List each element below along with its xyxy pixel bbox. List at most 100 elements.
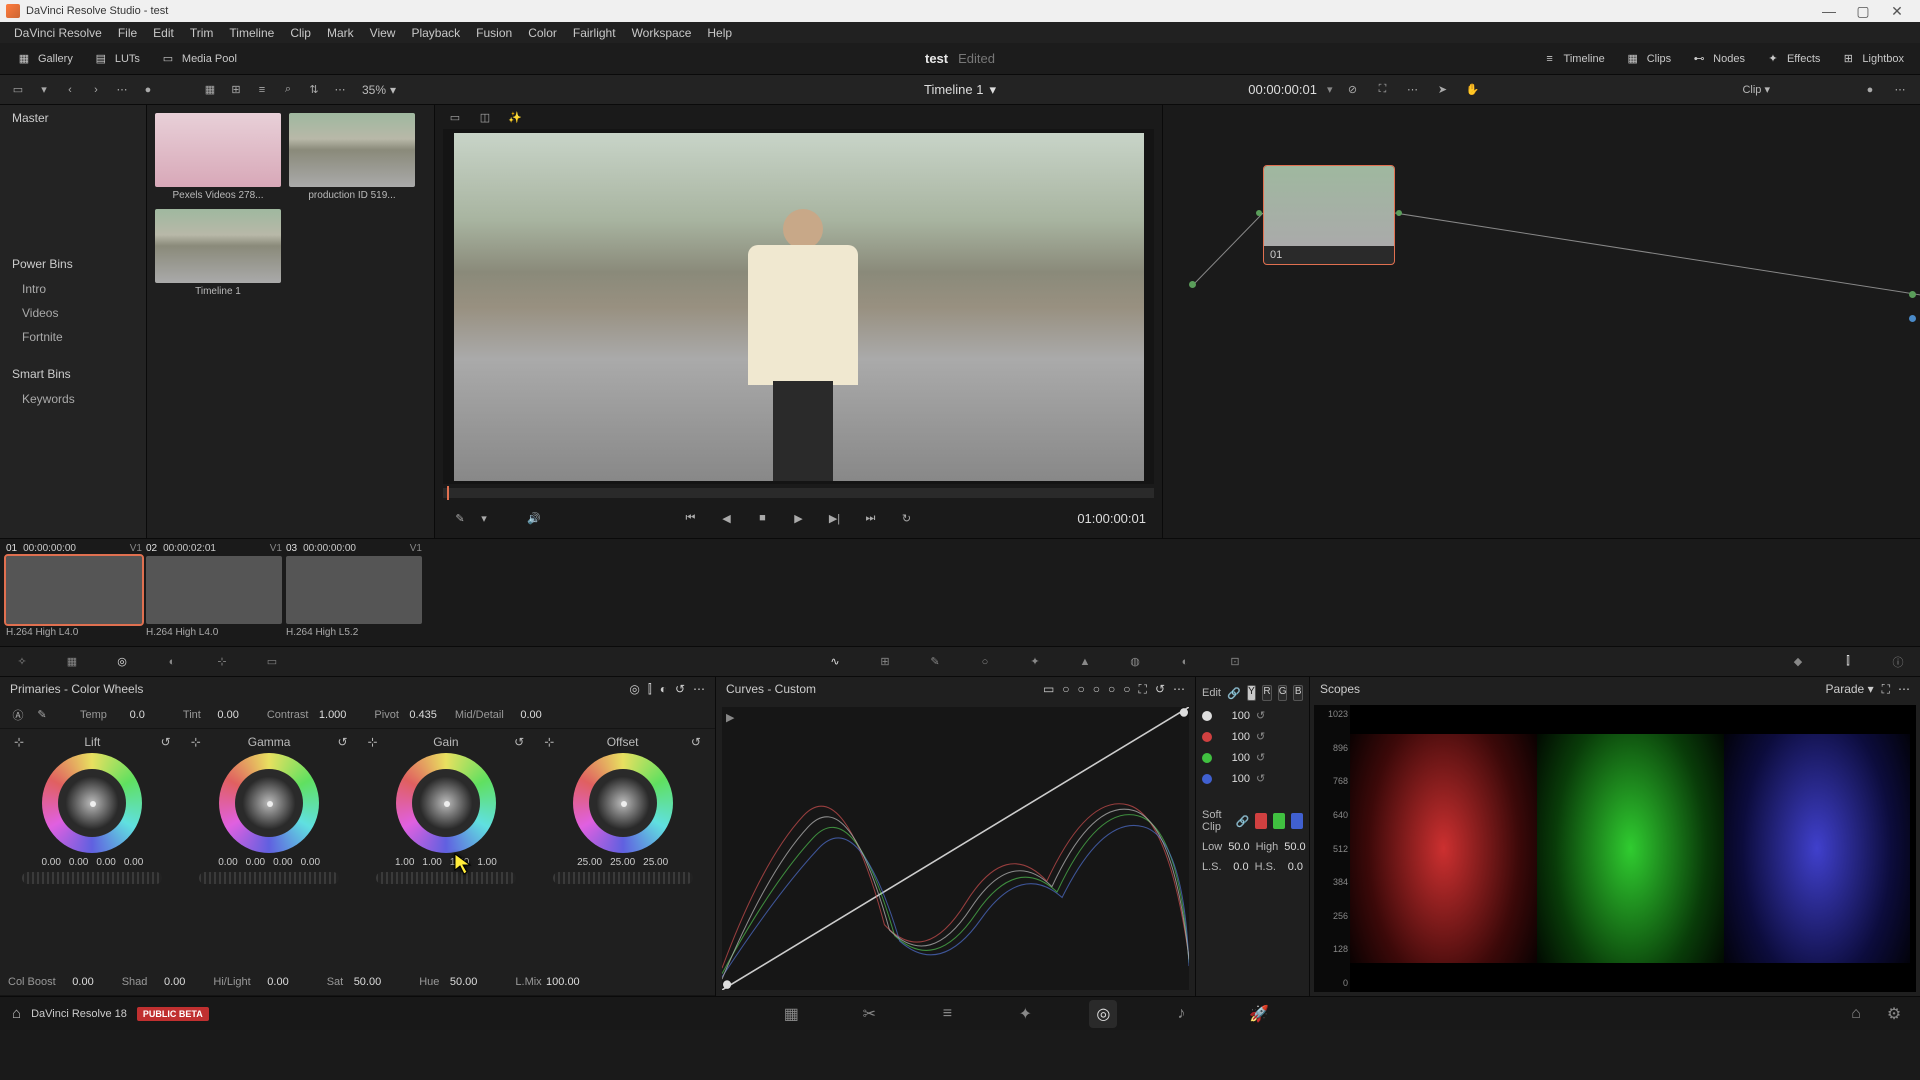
menu-fusion[interactable]: Fusion: [468, 26, 520, 40]
sidebar-item-intro[interactable]: Intro: [0, 277, 146, 301]
master-jog[interactable]: [22, 872, 162, 884]
hand-icon[interactable]: ✋: [1462, 80, 1482, 100]
more-icon[interactable]: ⋯: [1890, 80, 1910, 100]
curve-mode-icon[interactable]: ○: [1123, 682, 1130, 697]
curve-mode-icon[interactable]: ▭: [1043, 682, 1054, 697]
channel-b-button[interactable]: B: [1293, 685, 1303, 701]
tracking-icon[interactable]: ✦: [1025, 652, 1045, 672]
channel-r-button[interactable]: R: [1262, 685, 1272, 701]
warper-icon[interactable]: ⊞: [875, 652, 895, 672]
graph-input-node[interactable]: [1189, 281, 1196, 288]
fusion-page-icon[interactable]: ✦: [1011, 1000, 1039, 1028]
more-icon[interactable]: ⋯: [112, 80, 132, 100]
timeline-clip[interactable]: 0100:00:00:00V1 H.264 High L4.0: [6, 543, 142, 642]
menu-mark[interactable]: Mark: [319, 26, 362, 40]
hue-value[interactable]: 50.00: [443, 976, 477, 988]
graph-output-node[interactable]: [1909, 291, 1916, 298]
search-icon[interactable]: ⌕: [278, 80, 298, 100]
menu-clip[interactable]: Clip: [282, 26, 319, 40]
softclip-low[interactable]: 50.0: [1228, 841, 1249, 853]
picker-icon[interactable]: ⊹: [14, 735, 24, 749]
menu-view[interactable]: View: [362, 26, 404, 40]
softclip-r-button[interactable]: [1255, 813, 1267, 829]
chevron-down-icon[interactable]: ▾: [475, 509, 493, 527]
next-frame-icon[interactable]: ▶|: [826, 509, 844, 527]
color-node[interactable]: 01: [1263, 165, 1395, 265]
timeline-button[interactable]: ≡Timeline: [1534, 47, 1613, 71]
softclip-b-button[interactable]: [1291, 813, 1303, 829]
menu-davinci[interactable]: DaVinci Resolve: [6, 26, 110, 40]
log-mode-icon[interactable]: ◐: [660, 682, 667, 697]
intensity-y[interactable]: 100: [1218, 710, 1250, 722]
color-wheels-icon[interactable]: ◎: [112, 652, 132, 672]
sort-icon[interactable]: ⇅: [304, 80, 324, 100]
reset-icon[interactable]: ↺: [161, 735, 171, 749]
home-icon[interactable]: ⌂: [12, 1005, 21, 1022]
pointer-icon[interactable]: ➤: [1432, 80, 1452, 100]
rgb-mixer-icon[interactable]: ⊹: [212, 652, 232, 672]
project-home-icon[interactable]: ⌂: [1842, 1000, 1870, 1028]
expand-icon[interactable]: ⛶: [1139, 682, 1147, 697]
expand-icon[interactable]: ⛶: [1372, 80, 1392, 100]
bars-mode-icon[interactable]: ⫿: [648, 682, 652, 697]
reset-icon[interactable]: ↺: [691, 735, 701, 749]
color-wheel[interactable]: [42, 753, 142, 853]
window-icon[interactable]: ○: [975, 652, 995, 672]
media-thumb[interactable]: production ID 519...: [289, 113, 415, 201]
intensity-g[interactable]: 100: [1218, 752, 1250, 764]
hdr-icon[interactable]: ◐: [162, 652, 182, 672]
master-jog[interactable]: [553, 872, 693, 884]
bypass-icon[interactable]: ⊘: [1342, 80, 1362, 100]
wheel-values[interactable]: 0.000.000.000.00: [218, 857, 320, 868]
record-icon[interactable]: ●: [138, 80, 158, 100]
menu-playback[interactable]: Playback: [403, 26, 468, 40]
luts-button[interactable]: ▤LUTs: [85, 47, 148, 71]
highlight-icon[interactable]: ▭: [445, 107, 465, 127]
clip-dropdown[interactable]: Clip ▾: [1742, 83, 1770, 96]
grid-view-icon[interactable]: ⊞: [226, 80, 246, 100]
timeline-clip[interactable]: 0300:00:00:00V1 H.264 High L5.2: [286, 543, 422, 642]
viewer-canvas[interactable]: [443, 129, 1154, 484]
color-match-icon[interactable]: ▦: [62, 652, 82, 672]
picker-icon[interactable]: ✎: [451, 509, 469, 527]
zoom-dropdown[interactable]: 35% ▾: [362, 83, 396, 97]
tint-value[interactable]: 0.00: [205, 709, 239, 721]
minimize-button[interactable]: —: [1812, 1, 1846, 21]
media-thumb[interactable]: Timeline 1: [155, 209, 281, 297]
media-pool-button[interactable]: ▭Media Pool: [152, 47, 245, 71]
curves-icon[interactable]: ∿: [825, 652, 845, 672]
more-icon[interactable]: ⋯: [693, 682, 705, 697]
middetail-value[interactable]: 0.00: [508, 709, 542, 721]
media-page-icon[interactable]: ▦: [777, 1000, 805, 1028]
auto-balance-icon[interactable]: Ⓐ: [8, 705, 28, 725]
sidebar-powerbins[interactable]: Power Bins: [0, 251, 146, 277]
lightbox-button[interactable]: ⊞Lightbox: [1832, 47, 1912, 71]
scope-canvas[interactable]: 10238967686405123842561280: [1314, 705, 1916, 992]
link-icon[interactable]: 🔗: [1236, 815, 1250, 828]
viewer-scrubber[interactable]: [443, 488, 1154, 498]
viewer-out-timecode[interactable]: 01:00:00:01: [1077, 511, 1146, 526]
timeline-name-dropdown[interactable]: Timeline 1 ▾: [924, 82, 996, 98]
curve-mode-icon[interactable]: ○: [1108, 682, 1115, 697]
chevron-down-icon[interactable]: ▾: [1327, 83, 1333, 96]
master-jog[interactable]: [376, 872, 516, 884]
options-icon[interactable]: ⋯: [330, 80, 350, 100]
keyframe-icon[interactable]: ◆: [1788, 652, 1808, 672]
sidebar-item-fortnite[interactable]: Fortnite: [0, 325, 146, 349]
temp-value[interactable]: 0.0: [111, 709, 145, 721]
split-icon[interactable]: ◫: [475, 107, 495, 127]
project-settings-icon[interactable]: ⚙: [1880, 1000, 1908, 1028]
blur-icon[interactable]: ◍: [1125, 652, 1145, 672]
deliver-page-icon[interactable]: 🚀: [1245, 1000, 1273, 1028]
effects-button[interactable]: ✦Effects: [1757, 47, 1828, 71]
media-thumb[interactable]: Pexels Videos 278...: [155, 113, 281, 201]
cut-page-icon[interactable]: ✂: [855, 1000, 883, 1028]
scopes-mode-dropdown[interactable]: Parade ▾: [1826, 682, 1874, 697]
menu-timeline[interactable]: Timeline: [221, 26, 282, 40]
wheels-mode-icon[interactable]: ◎: [629, 682, 639, 697]
play-icon[interactable]: ▶: [790, 509, 808, 527]
shad-value[interactable]: 0.00: [151, 976, 185, 988]
reset-icon[interactable]: ↺: [675, 682, 685, 697]
motion-icon[interactable]: ▭: [262, 652, 282, 672]
timeline-clip[interactable]: 0200:00:02:01V1 H.264 High L4.0: [146, 543, 282, 642]
